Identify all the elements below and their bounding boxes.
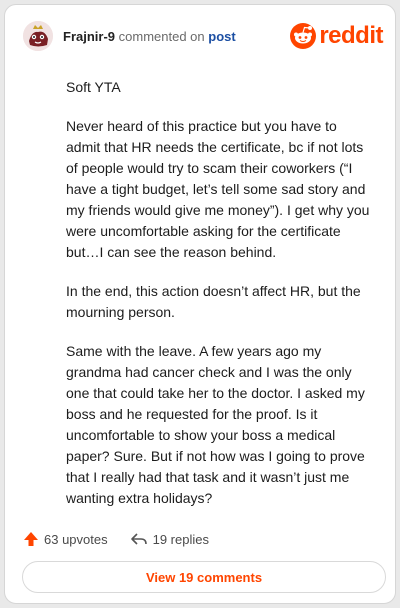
comment-paragraph: In the end, this action doesn’t affect H… <box>66 283 361 320</box>
user-avatar[interactable] <box>23 21 53 51</box>
upvote-button[interactable]: 63 upvotes <box>23 531 108 547</box>
comment-paragraph: Never heard of this practice but you hav… <box>66 118 370 260</box>
username-link[interactable]: Frajnir-9 <box>63 29 115 44</box>
reddit-logo[interactable]: reddit <box>290 23 383 49</box>
comment-meta: Frajnir-9 commented on post <box>63 29 236 44</box>
action-text: commented on <box>118 29 205 44</box>
reddit-wordmark: reddit <box>319 22 383 49</box>
reply-arrow-icon <box>130 533 147 545</box>
upvote-count: 63 upvotes <box>44 531 108 547</box>
avatar-icon <box>23 21 53 51</box>
replies-button[interactable]: 19 replies <box>130 531 209 547</box>
comment-footer: 63 upvotes 19 replies <box>23 529 231 549</box>
view-comments-button[interactable]: View 19 comments <box>22 561 386 593</box>
reply-count: 19 replies <box>152 531 209 547</box>
comment-body: Soft YTA Never heard of this practice bu… <box>66 77 372 527</box>
comment-paragraph: Same with the leave. A few years ago my … <box>66 343 365 506</box>
comment-header: Frajnir-9 commented on post reddit <box>23 21 383 55</box>
upvote-arrow-icon <box>24 532 38 546</box>
post-link[interactable]: post <box>208 29 235 44</box>
comment-paragraph: Soft YTA <box>66 79 121 95</box>
reddit-snoo-icon <box>290 23 317 49</box>
comment-card: Frajnir-9 commented on post reddit Soft … <box>4 4 396 604</box>
